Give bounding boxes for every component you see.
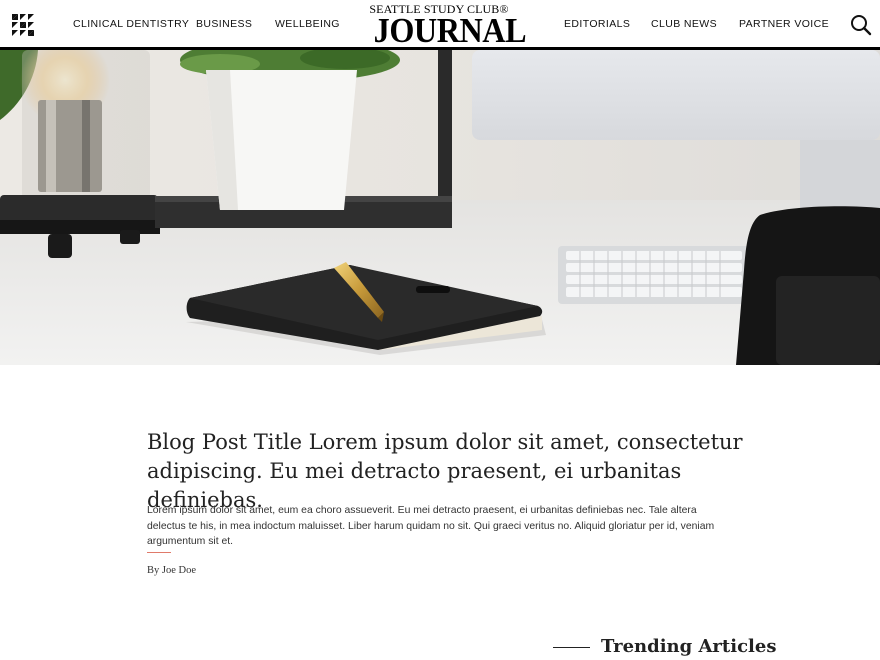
- nav-editorials[interactable]: EDITORIALS: [564, 18, 630, 30]
- article-excerpt: Lorem ipsum dolor sit amet, eum ea choro…: [147, 505, 715, 547]
- article-byline: By Joe Doe: [147, 565, 196, 576]
- search-icon[interactable]: [850, 14, 872, 36]
- nav-wellbeing[interactable]: WELLBEING: [275, 18, 340, 30]
- nav-business[interactable]: BUSINESS: [196, 18, 252, 30]
- logo-main-word: JOURNAL: [373, 11, 527, 50]
- accent-divider: [147, 552, 171, 553]
- site-logo[interactable]: SEATTLE STUDY CLUB® JOURNAL: [368, 2, 527, 50]
- article-title[interactable]: Blog Post Title Lorem ipsum dolor sit am…: [147, 428, 787, 515]
- menu-icon[interactable]: [12, 14, 34, 36]
- nav-club-news[interactable]: CLUB NEWS: [651, 18, 717, 30]
- hero-image: [0, 50, 880, 365]
- nav-partner-voice[interactable]: PARTNER VOICE: [739, 18, 829, 30]
- trending-divider: [553, 647, 590, 648]
- nav-clinical-dentistry[interactable]: CLINICAL DENTISTRY: [73, 18, 189, 30]
- site-header: CLINICAL DENTISTRY BUSINESS WELLBEING SE…: [0, 0, 880, 50]
- trending-heading: Trending Articles: [601, 636, 777, 657]
